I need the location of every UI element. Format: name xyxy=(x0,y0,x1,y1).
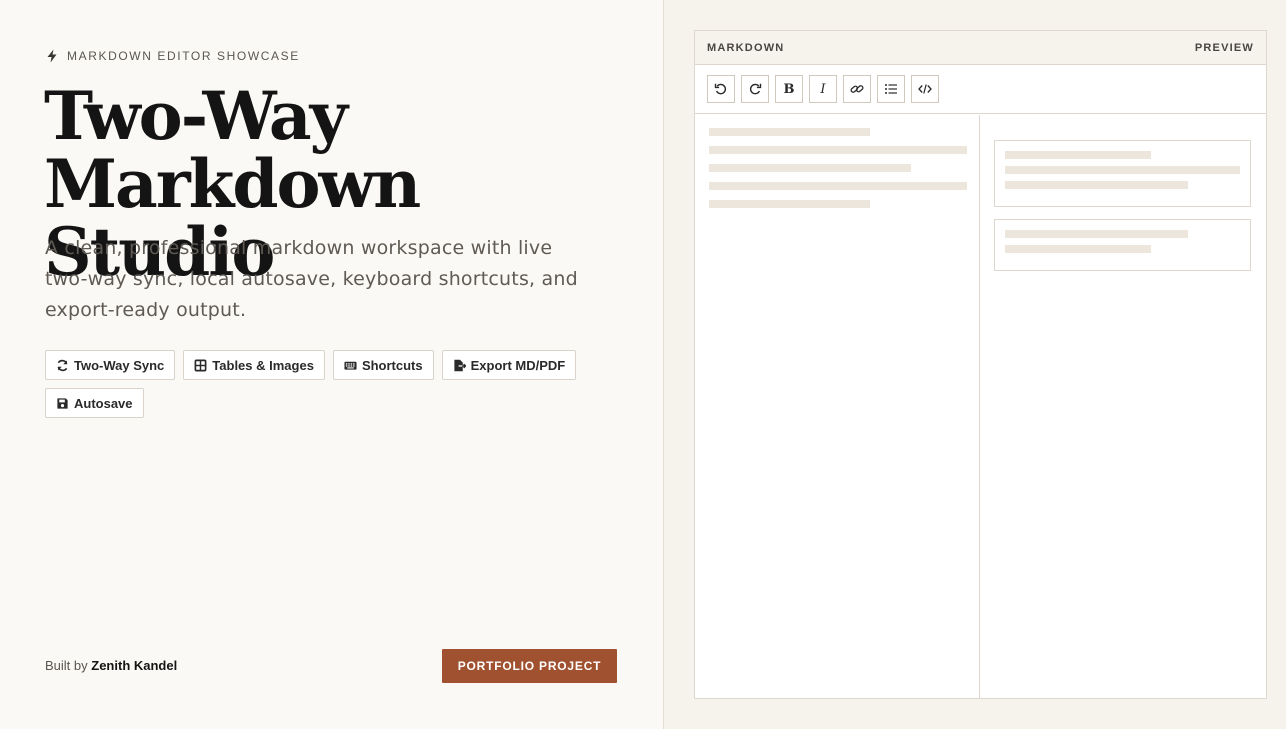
byline: Built by Zenith Kandel xyxy=(45,658,177,673)
undo-button[interactable] xyxy=(707,75,735,103)
feature-chip-label: Tables & Images xyxy=(212,357,314,373)
skeleton-line xyxy=(709,146,967,154)
italic-icon: I xyxy=(820,81,826,97)
skeleton-line xyxy=(1005,181,1188,189)
code-icon xyxy=(918,84,932,94)
skeleton-line xyxy=(1005,166,1240,174)
title-line-1: Two-Way xyxy=(44,77,348,155)
eyebrow-text: MARKDOWN EDITOR SHOWCASE xyxy=(67,49,300,63)
list-button[interactable] xyxy=(877,75,905,103)
preview-pane xyxy=(980,115,1266,698)
editor-panes xyxy=(695,115,1266,698)
author-name: Zenith Kandel xyxy=(91,658,178,673)
file-export-icon xyxy=(454,359,466,371)
preview-card xyxy=(994,140,1251,207)
feature-chip-export[interactable]: Export MD/PDF xyxy=(441,350,577,380)
bolt-icon xyxy=(47,49,57,63)
eyebrow: MARKDOWN EDITOR SHOWCASE xyxy=(45,49,300,63)
bold-icon: B xyxy=(783,81,795,97)
markdown-pane[interactable] xyxy=(695,115,980,698)
bold-button[interactable]: B xyxy=(775,75,803,103)
editor-toolbar: B I xyxy=(695,65,1266,114)
code-button[interactable] xyxy=(911,75,939,103)
link-button[interactable] xyxy=(843,75,871,103)
feature-chip-two-way-sync[interactable]: Two-Way Sync xyxy=(45,350,176,380)
feature-chip-label: Export MD/PDF xyxy=(470,357,566,373)
skeleton-line xyxy=(709,182,967,190)
skeleton-line xyxy=(709,200,870,208)
redo-icon xyxy=(749,83,762,95)
feature-chip-shortcuts[interactable]: Shortcuts xyxy=(332,350,434,380)
feature-chip-tables-images[interactable]: Tables & Images xyxy=(183,350,325,380)
sync-icon xyxy=(57,359,68,371)
link-icon xyxy=(850,85,864,93)
skeleton-line xyxy=(1005,230,1188,238)
italic-button[interactable]: I xyxy=(809,75,837,103)
save-icon xyxy=(57,397,68,409)
byline-prefix: Built by xyxy=(45,658,88,673)
editor-header: MARKDOWN PREVIEW xyxy=(695,31,1266,65)
redo-button[interactable] xyxy=(741,75,769,103)
skeleton-line xyxy=(1005,245,1151,253)
table-icon xyxy=(194,359,207,371)
feature-chip-label: Shortcuts xyxy=(361,357,423,373)
portfolio-project-button[interactable]: PORTFOLIO PROJECT xyxy=(442,649,617,683)
subtitle: A clean, professional markdown workspace… xyxy=(45,237,578,321)
keyboard-icon xyxy=(344,361,357,370)
markdown-pane-label: MARKDOWN xyxy=(707,41,785,54)
feature-chip-label: Two-Way Sync xyxy=(74,357,165,373)
feature-chip-label: Autosave xyxy=(74,395,133,411)
feature-chip-autosave[interactable]: Autosave xyxy=(45,388,144,418)
undo-icon xyxy=(714,83,727,95)
skeleton-line xyxy=(1005,151,1151,159)
list-icon xyxy=(885,84,897,94)
skeleton-line xyxy=(709,164,911,172)
feature-chips: Two-Way Sync Tables & Images Shortcuts E… xyxy=(45,350,605,418)
skeleton-line xyxy=(709,128,870,136)
preview-card xyxy=(994,219,1251,271)
editor-mockup: MARKDOWN PREVIEW B I xyxy=(694,30,1267,699)
preview-pane-label: PREVIEW xyxy=(1194,41,1254,54)
